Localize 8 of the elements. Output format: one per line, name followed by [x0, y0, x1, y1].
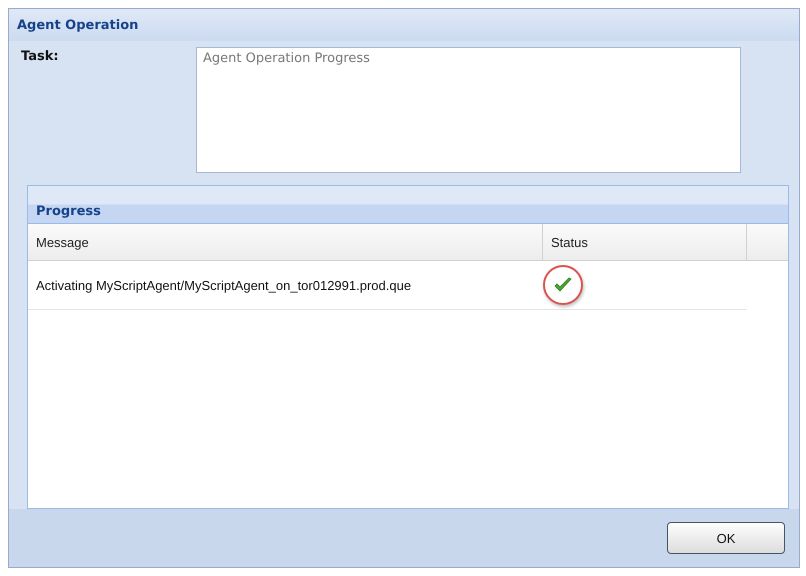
window-title: Agent Operation — [17, 18, 138, 32]
ok-button[interactable]: OK — [667, 522, 785, 554]
task-field[interactable]: Agent Operation Progress — [196, 47, 741, 173]
column-header[interactable]: Message — [28, 224, 543, 260]
table-cell-text: Activating MyScriptAgent/MyScriptAgent_on_tor012991.prod.que — [35, 276, 412, 295]
panel-title: Progress — [36, 204, 101, 219]
column-header[interactable]: Status — [543, 224, 747, 260]
task-label: Task: — [20, 48, 60, 64]
